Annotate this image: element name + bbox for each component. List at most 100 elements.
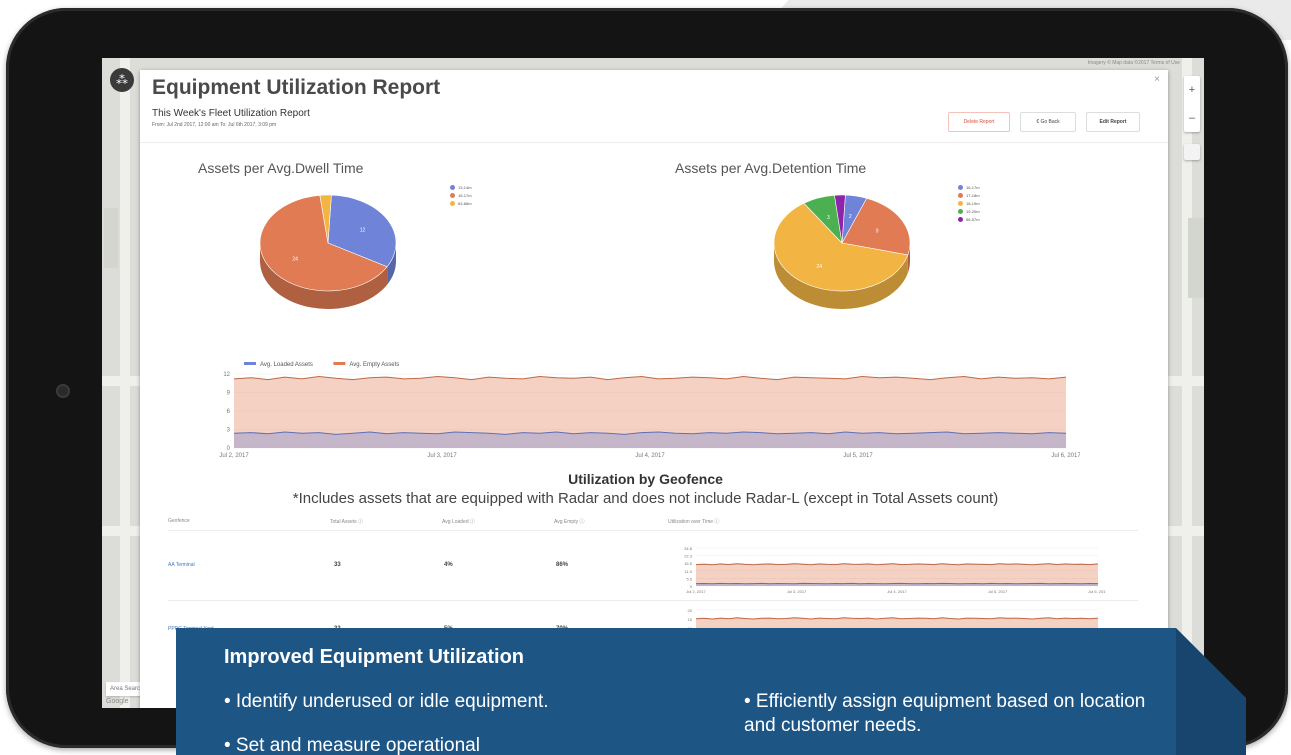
divider: [140, 142, 1168, 143]
legend-item: 18-19m: [958, 200, 980, 208]
legend-dot: [450, 193, 455, 199]
x-tick-label: Jul 4, 2017: [887, 589, 907, 594]
map-zoom-control[interactable]: + –: [1184, 76, 1200, 132]
x-tick-label: Jul 2, 2017: [686, 589, 706, 594]
zoom-out-icon[interactable]: –: [1184, 104, 1200, 132]
legend-label: 18-19m: [966, 201, 980, 206]
legend-dot: [450, 201, 455, 207]
legend-label: 13-14m: [458, 185, 472, 190]
legend-label: 16-17m: [458, 193, 472, 198]
y-tick-label: 6: [227, 409, 231, 415]
column-header-utilization[interactable]: Utilization over Time ⓘ: [668, 518, 719, 525]
y-tick-label: 0: [227, 446, 231, 452]
legend-swatch: [333, 362, 346, 365]
legend-item: 63-68m: [450, 200, 472, 208]
legend-dot: [958, 201, 963, 207]
x-tick-label: Jul 5, 2017: [843, 453, 873, 459]
legend-item: 56-57m: [958, 216, 980, 224]
y-tick-label: 12: [223, 372, 230, 378]
x-tick-label: Jul 2, 2017: [219, 453, 249, 459]
table-divider: [168, 600, 1138, 601]
y-tick-label: 34.8: [684, 546, 693, 551]
legend-label: 63-68m: [458, 201, 472, 206]
legend-label[interactable]: Avg. Loaded Assets: [260, 362, 313, 368]
legend-item: 13-14m: [450, 184, 472, 192]
legend-item: 16-17m: [450, 192, 472, 200]
map-attribution: Imagery © Map data ©2017 Terms of Use: [1087, 60, 1180, 66]
avg-loaded-value: 4%: [444, 562, 453, 568]
y-tick-label: 5.5: [686, 576, 692, 581]
total-assets-value: 33: [334, 562, 341, 568]
pie-data-label: 12: [360, 228, 366, 234]
legend-label: 16-17m: [966, 185, 980, 190]
report-date-range: From: Jul 2nd 2017, 12:00 am To: Jul 6th…: [152, 122, 277, 128]
edit-report-button[interactable]: Edit Report: [1086, 112, 1140, 132]
y-tick-label: 3: [227, 428, 231, 434]
go-back-button[interactable]: € Go Back: [1020, 112, 1076, 132]
pie-data-label: 9: [876, 228, 879, 234]
column-header-avg-empty[interactable]: Avg Empty ⓘ: [554, 518, 584, 525]
pie-data-label: 3: [827, 215, 830, 221]
geofence-note: *Includes assets that are equipped with …: [292, 490, 999, 507]
delete-report-button[interactable]: Delete Report: [948, 112, 1010, 132]
table-divider: [168, 530, 1138, 531]
legend-label: 19-20m: [966, 209, 980, 214]
series-area: [234, 432, 1066, 448]
pie-data-label: 2: [849, 214, 852, 220]
blackberry-logo-icon: ⁂: [110, 68, 134, 92]
y-tick-label: 15: [688, 617, 693, 622]
report-title: Equipment Utilization Report: [152, 76, 441, 99]
legend-dot: [450, 185, 455, 191]
legend-dot: [958, 193, 963, 199]
banner-bullet: • Efficiently assign equipment based on …: [744, 691, 1146, 736]
column-header-geofence[interactable]: Geofence: [168, 518, 190, 524]
legend-item: 19-20m: [958, 208, 980, 216]
geofence-title: Utilization by Geofence: [568, 471, 723, 487]
y-tick-label: 16.5: [684, 561, 693, 566]
column-header-avg-loaded[interactable]: Avg Loaded ⓘ: [442, 518, 475, 525]
promo-banner: Improved Equipment Utilization • Identif…: [176, 628, 1246, 755]
legend-label[interactable]: Avg. Empty Assets: [349, 362, 399, 368]
legend-item: 16-17m: [958, 184, 980, 192]
camera-icon: [56, 384, 70, 398]
series-line[interactable]: [695, 563, 1099, 566]
y-tick-label: 20: [688, 608, 693, 613]
dwell-pie-chart: 12 24: [259, 194, 397, 309]
map-park: [1188, 218, 1204, 298]
avg-empty-value: 86%: [556, 562, 569, 568]
series-area: [696, 563, 1098, 586]
utilization-time-series-chart: 0 3 6 9 12 Jul 2, 2017 Jul 3, 2017 Jul 4, 2017 J…: [219, 362, 1080, 459]
dwell-legend: 13-14m 16-17m 63-68m: [450, 184, 472, 208]
x-tick-label: Jul 3, 2017: [427, 453, 457, 459]
y-tick-label: 9: [227, 391, 231, 397]
legend-dot: [958, 217, 963, 223]
close-icon[interactable]: ×: [1154, 74, 1160, 85]
banner-bullet: • Identify underused or idle equipment.: [224, 691, 549, 712]
row-utilization-mini-chart: 05.511.016.522.334.8Jul 2, 2017 Jul 3, 20…: [684, 546, 1106, 594]
y-tick-label: 22.3: [684, 554, 693, 559]
map-park: [104, 208, 118, 268]
legend-item: 17-18m: [958, 192, 980, 200]
pie-data-label: 24: [292, 256, 298, 262]
x-tick-label: Jul 5, 2017: [988, 589, 1008, 594]
legend-dot: [958, 209, 963, 215]
dwell-chart-title: Assets per Avg.Dwell Time: [198, 160, 364, 176]
report-subtitle: This Week's Fleet Utilization Report: [152, 108, 310, 119]
detention-pie-chart: 2 9 24 3: [773, 194, 911, 309]
y-tick-label: 11.0: [685, 569, 693, 574]
geofence-link[interactable]: AA Terminal: [168, 562, 195, 568]
banner-title: Improved Equipment Utilization: [224, 646, 525, 668]
legend-swatch: [244, 362, 256, 365]
legend-label: 56-57m: [966, 217, 980, 222]
banner-bullet: • Set and measure operational: [224, 735, 480, 755]
legend-label: 17-18m: [966, 193, 980, 198]
x-tick-label: Jul 3, 2017: [787, 589, 807, 594]
map-layers-icon[interactable]: [1184, 144, 1200, 160]
x-tick-label: Jul 6, 2017: [1088, 589, 1106, 594]
detention-legend: 16-17m 17-18m 18-19m 19-20m 56-57m: [958, 184, 980, 224]
x-tick-label: Jul 4, 2017: [635, 453, 665, 459]
zoom-in-icon[interactable]: +: [1184, 76, 1200, 104]
column-header-total-assets[interactable]: Total Assets ⓘ: [330, 518, 363, 525]
google-logo: Google: [106, 698, 129, 705]
detention-chart-title: Assets per Avg.Detention Time: [675, 160, 867, 176]
